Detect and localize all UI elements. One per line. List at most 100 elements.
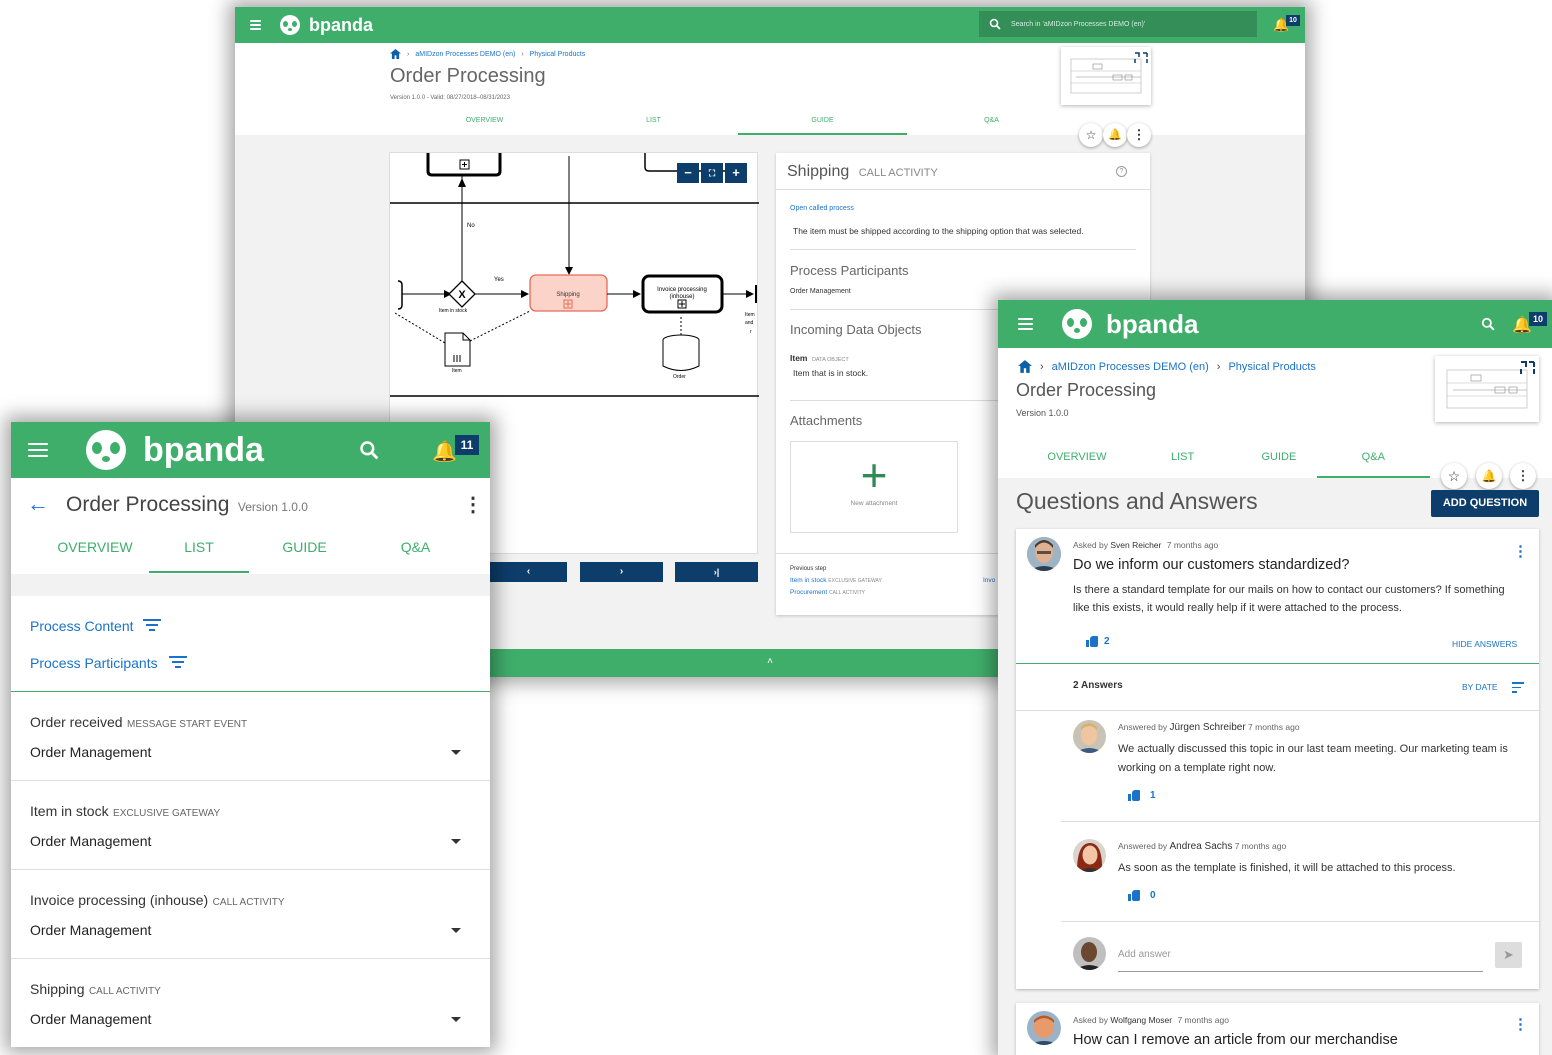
- like-button[interactable]: 2: [1086, 636, 1110, 647]
- tab-overview[interactable]: OVERVIEW: [1030, 451, 1124, 478]
- panel-title: Shipping: [787, 163, 850, 180]
- tab-list[interactable]: LIST: [149, 539, 249, 573]
- zoom-out-button[interactable]: −: [677, 163, 699, 183]
- tab-qa[interactable]: Q&A: [360, 539, 471, 573]
- back-arrow-icon[interactable]: ←: [27, 491, 49, 517]
- send-answer-button[interactable]: ➤: [1495, 942, 1522, 968]
- open-called-process-link[interactable]: Open called process: [790, 205, 854, 212]
- breadcrumb-item[interactable]: Physical Products: [1228, 361, 1315, 373]
- chevron-down-icon[interactable]: [451, 928, 461, 933]
- fit-screen-button[interactable]: ⛶: [701, 163, 723, 183]
- list-item[interactable]: Shipping CALL ACTIVITY Order Management: [11, 959, 490, 1047]
- data-object-name: Item: [790, 353, 808, 363]
- add-question-button[interactable]: ADD QUESTION: [1431, 490, 1539, 517]
- menu-icon[interactable]: [1018, 318, 1033, 330]
- home-icon[interactable]: [1018, 360, 1032, 373]
- more-vert-icon[interactable]: ⋮: [1513, 542, 1528, 560]
- diagram-label-yes: Yes: [494, 277, 504, 283]
- filter-process-participants[interactable]: Process Participants: [30, 655, 158, 671]
- thumbs-up-icon: [1086, 636, 1098, 647]
- more-vert-icon[interactable]: ⋮: [463, 492, 483, 517]
- tab-guide[interactable]: GUIDE: [249, 539, 360, 573]
- previous-step-link[interactable]: Item in stock: [790, 577, 826, 584]
- fullscreen-icon[interactable]: [1520, 361, 1535, 374]
- data-object-type: DATA OBJECT: [811, 357, 849, 363]
- tab-qa[interactable]: Q&A: [907, 117, 1076, 135]
- chevron-down-icon[interactable]: [451, 1017, 461, 1022]
- page-title: Order Processing: [1016, 380, 1157, 400]
- more-vert-icon[interactable]: ⋮: [1127, 123, 1151, 147]
- process-thumbnail[interactable]: [1061, 47, 1151, 105]
- search-box[interactable]: Search in 'aMIDzon Processes DEMO (en)': [979, 11, 1257, 37]
- sort-icon[interactable]: [1512, 682, 1524, 696]
- list-item-name: Shipping: [30, 981, 85, 997]
- chevron-down-icon[interactable]: [451, 839, 461, 844]
- expand-up-icon[interactable]: ˄: [767, 656, 773, 667]
- zoom-in-button[interactable]: +: [725, 163, 747, 183]
- menu-icon[interactable]: [250, 20, 261, 30]
- tab-overview[interactable]: OVERVIEW: [41, 539, 149, 573]
- svg-text:X: X: [458, 289, 466, 301]
- list-item[interactable]: Item in stock EXCLUSIVE GATEWAY Order Ma…: [11, 781, 490, 870]
- previous-step-link[interactable]: Procurement: [790, 589, 827, 596]
- favorite-star-icon[interactable]: ☆: [1079, 123, 1103, 147]
- tab-guide[interactable]: GUIDE: [738, 117, 907, 135]
- new-attachment-card[interactable]: + New attachment: [790, 441, 958, 533]
- last-step-button[interactable]: ›|: [675, 562, 758, 582]
- question-card: Asked by Wolfgang Moser 7 months ago ⋮ H…: [1016, 1003, 1539, 1055]
- search-icon: [989, 18, 1001, 30]
- diagram-label-item-in-stock: Item in stock: [439, 308, 468, 314]
- avatar: [1073, 839, 1106, 872]
- next-step-button[interactable]: ›: [580, 562, 663, 582]
- tab-list[interactable]: LIST: [1124, 451, 1241, 478]
- hide-answers-button[interactable]: HIDE ANSWERS: [1452, 639, 1517, 649]
- home-icon[interactable]: [390, 49, 401, 59]
- mobile-window: bpanda 🔔 11 ← Order Processing Version 1…: [11, 422, 490, 1047]
- tablet-topbar: bpanda 🔔 10: [998, 300, 1552, 348]
- send-icon: ➤: [1503, 947, 1514, 962]
- list-item-name: Invoice processing (inhouse): [30, 892, 209, 908]
- breadcrumb-item[interactable]: aMIDzon Processes DEMO (en): [1052, 361, 1209, 373]
- favorite-star-icon[interactable]: ☆: [1441, 463, 1467, 489]
- like-button[interactable]: 0: [1128, 890, 1156, 901]
- tab-overview[interactable]: OVERVIEW: [400, 117, 569, 135]
- tab-list[interactable]: LIST: [569, 117, 738, 135]
- filter-process-content[interactable]: Process Content: [30, 618, 134, 634]
- list-item-name: Item in stock: [30, 803, 109, 819]
- like-button[interactable]: 1: [1128, 790, 1156, 801]
- bell-icon[interactable]: 🔔: [432, 439, 457, 464]
- more-vert-icon[interactable]: ⋮: [1510, 463, 1536, 489]
- tab-guide[interactable]: GUIDE: [1241, 451, 1316, 478]
- panda-logo-icon: [1062, 309, 1092, 339]
- help-icon[interactable]: ?: [1116, 166, 1127, 177]
- filter-icon[interactable]: [143, 619, 161, 634]
- list-item[interactable]: Invoice processing (inhouse) CALL ACTIVI…: [11, 870, 490, 959]
- chevron-down-icon[interactable]: [451, 750, 461, 755]
- subscribe-bell-icon[interactable]: 🔔: [1103, 123, 1127, 147]
- more-vert-icon[interactable]: ⋮: [1513, 1015, 1528, 1033]
- question-author: Wolfgang Moser: [1110, 1015, 1173, 1025]
- search-icon[interactable]: [1481, 317, 1495, 331]
- search-input[interactable]: Search in 'aMIDzon Processes DEMO (en)': [1011, 21, 1145, 28]
- tab-qa[interactable]: Q&A: [1316, 451, 1431, 478]
- notification-badge: 11: [455, 435, 479, 455]
- filter-icon[interactable]: [169, 656, 187, 671]
- next-step-link[interactable]: Invo: [983, 577, 995, 584]
- subscribe-bell-icon[interactable]: 🔔: [1476, 463, 1502, 489]
- svg-text:Item: Item: [745, 312, 755, 318]
- previous-step-button[interactable]: ‹: [490, 562, 567, 582]
- process-thumbnail[interactable]: [1435, 356, 1539, 422]
- data-object-description: Item that is in stock.: [793, 368, 869, 378]
- sort-by-date-button[interactable]: BY DATE: [1462, 682, 1498, 692]
- list-item-type: CALL ACTIVITY: [212, 897, 285, 908]
- breadcrumb-item[interactable]: aMIDzon Processes DEMO (en): [415, 51, 515, 58]
- breadcrumb: › aMIDzon Processes DEMO (en) › Physical…: [1018, 360, 1316, 373]
- menu-icon[interactable]: [28, 443, 48, 457]
- answer-time: 7 months ago: [1234, 841, 1287, 851]
- list-item[interactable]: Order received MESSAGE START EVENT Order…: [11, 692, 490, 781]
- search-icon[interactable]: [359, 440, 379, 460]
- answer-text: We actually discussed this topic in our …: [1118, 743, 1508, 774]
- add-answer-input[interactable]: Add answer: [1118, 945, 1483, 972]
- question-body: Is there a standard template for our mai…: [1073, 584, 1505, 614]
- breadcrumb-item[interactable]: Physical Products: [530, 51, 586, 58]
